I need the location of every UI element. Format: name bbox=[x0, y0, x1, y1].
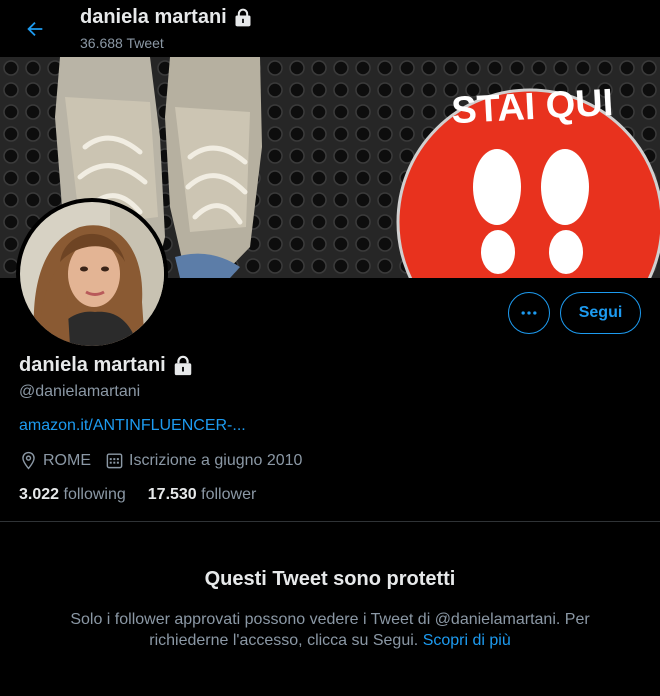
header-name: daniela martani bbox=[80, 6, 227, 28]
following-count: 3.022 bbox=[19, 486, 60, 503]
more-icon bbox=[521, 311, 537, 315]
location-item: ROME bbox=[19, 451, 91, 470]
following-label: following bbox=[63, 486, 126, 503]
profile-header-bar: daniela martani 36.688 Tweet bbox=[0, 0, 660, 57]
protected-text: Solo i follower approvati possono vedere… bbox=[70, 611, 590, 649]
learn-more-link[interactable]: Scopri di più bbox=[423, 632, 511, 649]
location-text: ROME bbox=[43, 451, 91, 469]
follower-label: follower bbox=[201, 486, 257, 503]
location-icon bbox=[22, 451, 35, 470]
follow-button[interactable]: Segui bbox=[560, 292, 641, 334]
profile-name: daniela martani bbox=[19, 354, 194, 377]
back-arrow-icon bbox=[27, 21, 43, 37]
avatar[interactable] bbox=[16, 198, 168, 350]
protected-title: Questi Tweet sono protetti bbox=[204, 568, 456, 590]
lock-icon bbox=[174, 355, 191, 375]
joined-item: Iscrizione a giugno 2010 bbox=[105, 451, 302, 470]
back-button[interactable] bbox=[18, 12, 52, 46]
header-tweet-count: 36.688 Tweet bbox=[80, 35, 164, 51]
section-divider bbox=[0, 521, 660, 522]
header-title: daniela martani bbox=[80, 6, 253, 29]
lock-icon bbox=[235, 8, 251, 26]
following-stat[interactable]: 3.022 following bbox=[19, 486, 126, 504]
follower-count: 17.530 bbox=[147, 486, 197, 503]
profile-name-text: daniela martani bbox=[19, 354, 166, 376]
sign-text: STAI QUI bbox=[450, 82, 614, 132]
follower-stat[interactable]: 17.530 follower bbox=[148, 486, 257, 504]
more-options-button[interactable] bbox=[508, 292, 550, 334]
profile-stats: 3.022 following 17.530 follower bbox=[19, 486, 278, 504]
avatar-photo bbox=[20, 202, 164, 346]
profile-meta: ROME Iscrizione a giugno 2010 bbox=[19, 451, 316, 470]
joined-text: Iscrizione a giugno 2010 bbox=[129, 451, 303, 469]
protected-message: Solo i follower approvati possono vedere… bbox=[40, 609, 620, 651]
calendar-icon bbox=[106, 453, 123, 469]
profile-website-link[interactable]: amazon.it/ANTINFLUENCER-... bbox=[19, 417, 246, 435]
profile-handle: @danielamartani bbox=[19, 383, 141, 400]
